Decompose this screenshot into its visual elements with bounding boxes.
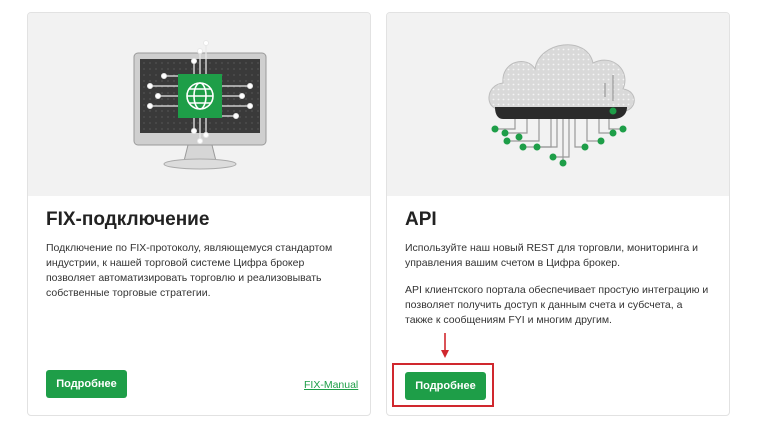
cloud-network-icon (488, 44, 635, 167)
api-card-description-extra: API клиентского портала обеспечивает про… (405, 284, 709, 326)
api-card-description: Используйте наш новый REST для торговли,… (405, 242, 699, 269)
annotation-arrow-icon (441, 333, 449, 358)
monitor-globe-network-icon (133, 40, 267, 170)
api-card: API Используйте наш новый REST для торго… (386, 12, 730, 416)
fix-card: FIX-подключение Подключение по FIX-прото… (27, 12, 371, 416)
fix-card-title: FIX-подключение (46, 209, 210, 230)
fix-card-description: Подключение по FIX-протоколу, являющемус… (46, 242, 333, 299)
fix-more-button[interactable]: Подробнее (46, 370, 127, 398)
fix-manual-link[interactable]: FIX-Manual (304, 379, 358, 391)
api-card-title: API (405, 209, 437, 230)
annotation-highlight-box (392, 363, 494, 407)
fix-hero (28, 13, 370, 196)
api-hero (387, 13, 729, 196)
